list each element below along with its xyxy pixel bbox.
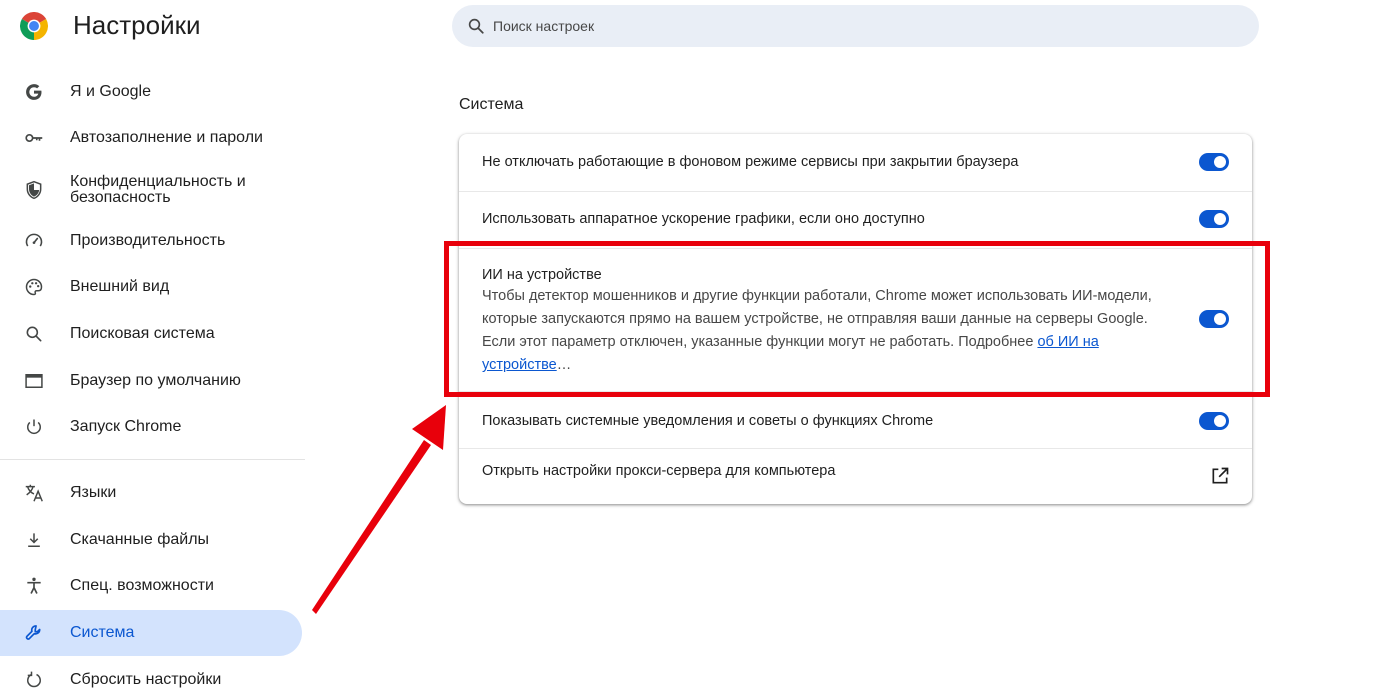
setting-label: Использовать аппаратное ускорение график… [482, 211, 925, 227]
setting-description: Чтобы детектор мошенников и другие функц… [482, 285, 1162, 377]
background-apps-toggle[interactable] [1199, 153, 1229, 171]
hardware-acceleration-toggle[interactable] [1199, 210, 1229, 228]
sidebar-item-label: Запуск Chrome [70, 418, 182, 435]
sidebar-item-privacy[interactable]: Конфиденциальность и безопасность [0, 170, 302, 210]
search-input[interactable] [491, 17, 1095, 35]
link-suffix: … [556, 357, 572, 373]
section-title: Система [459, 96, 524, 113]
setting-label: Открыть настройки прокси-сервера для ком… [482, 463, 836, 479]
sidebar-divider [0, 459, 305, 460]
setting-row-proxy-settings[interactable]: Открыть настройки прокси-сервера для ком… [459, 448, 1252, 504]
translate-icon [22, 481, 46, 505]
download-icon [22, 528, 46, 552]
sidebar-item-label: Языки [70, 484, 117, 501]
search-icon [22, 322, 46, 346]
setting-row-on-device-ai: ИИ на устройстве Чтобы детектор мошенник… [459, 248, 1252, 391]
setting-label: Не отключать работающие в фоновом режиме… [482, 154, 1019, 170]
setting-label: Показывать системные уведомления и совет… [482, 413, 934, 429]
sidebar-item-label: Поисковая система [70, 325, 215, 342]
speedometer-icon [22, 229, 46, 253]
open-in-new-icon[interactable] [1210, 466, 1230, 486]
accessibility-icon [22, 574, 46, 598]
sidebar-item-system[interactable]: Система [0, 610, 302, 656]
search-icon [465, 15, 487, 37]
sidebar-item-label: Сбросить настройки [70, 671, 222, 688]
palette-icon [22, 275, 46, 299]
power-icon [22, 415, 46, 439]
sidebar-item-languages[interactable]: Языки [0, 477, 302, 509]
reset-icon [22, 668, 46, 692]
sidebar-item-default-browser[interactable]: Браузер по умолчанию [0, 365, 302, 397]
sidebar-item-label: Браузер по умолчанию [70, 372, 241, 389]
browser-window-icon [22, 369, 46, 393]
sidebar-item-label: Я и Google [70, 83, 151, 100]
page-title: Настройки [73, 10, 201, 40]
google-g-icon [22, 80, 46, 104]
sidebar-item-appearance[interactable]: Внешний вид [0, 271, 302, 303]
sidebar-item-performance[interactable]: Производительность [0, 225, 302, 257]
sidebar-item-label: Конфиденциальность и безопасность [70, 173, 246, 206]
sidebar-item-label: Внешний вид [70, 278, 170, 295]
on-device-ai-toggle[interactable] [1199, 310, 1229, 328]
system-notifications-toggle[interactable] [1199, 412, 1229, 430]
setting-row-system-notifications: Показывать системные уведомления и совет… [459, 391, 1252, 448]
sidebar-item-on-startup[interactable]: Запуск Chrome [0, 411, 302, 443]
sidebar-item-autofill[interactable]: Автозаполнение и пароли [0, 122, 302, 154]
sidebar-item-you-and-google[interactable]: Я и Google [0, 76, 302, 108]
search-bar[interactable] [452, 5, 1259, 47]
shield-icon [22, 178, 46, 202]
sidebar-item-search-engine[interactable]: Поисковая система [0, 318, 302, 350]
sidebar-item-downloads[interactable]: Скачанные файлы [0, 524, 302, 556]
setting-label: ИИ на устройстве [482, 267, 602, 283]
sidebar-item-reset[interactable]: Сбросить настройки [0, 664, 302, 696]
sidebar-item-label: Производительность [70, 232, 226, 249]
sidebar-item-label: Система [70, 624, 135, 641]
wrench-icon [22, 621, 46, 645]
setting-row-hardware-acceleration: Использовать аппаратное ускорение график… [459, 191, 1252, 248]
sidebar-item-accessibility[interactable]: Спец. возможности [0, 570, 302, 602]
setting-row-background-apps: Не отключать работающие в фоновом режиме… [459, 134, 1252, 191]
sidebar-item-label: Автозаполнение и пароли [70, 129, 263, 146]
key-icon [22, 126, 46, 150]
chrome-logo-icon [20, 12, 48, 40]
sidebar-item-label: Спец. возможности [70, 577, 214, 594]
sidebar-item-label: Скачанные файлы [70, 531, 210, 548]
settings-card: Не отключать работающие в фоновом режиме… [459, 134, 1252, 504]
